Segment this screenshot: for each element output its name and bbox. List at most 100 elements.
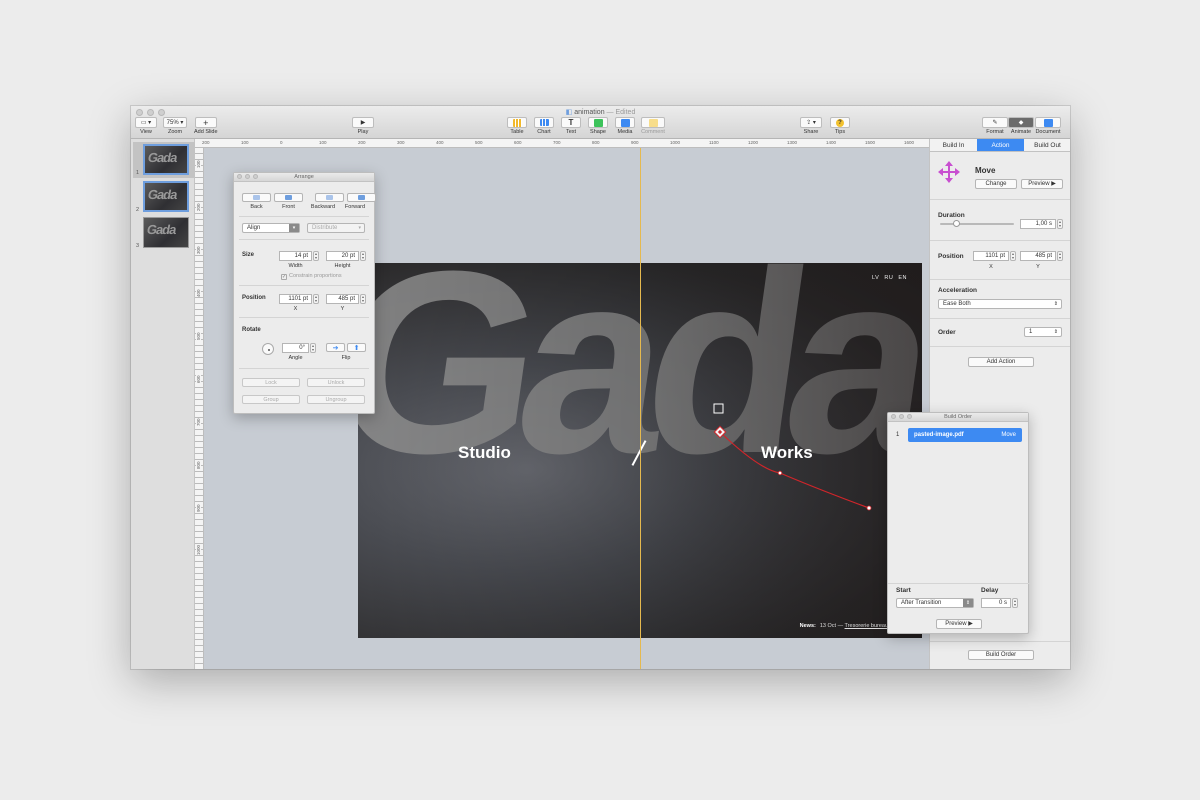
distribute-dropdown[interactable]: Distribute ▾ — [307, 223, 365, 233]
width-field[interactable]: 14 pt — [279, 251, 312, 261]
layer-buttons — [242, 193, 376, 202]
tab-build-out[interactable]: Build Out — [1024, 139, 1070, 151]
preview-button[interactable]: Preview ▶ — [1021, 179, 1063, 189]
vertical-ruler[interactable]: 100 200 300 400 500 600 700 800 900 1000 — [195, 148, 204, 669]
ruler-mark: 1400 — [826, 140, 837, 145]
duration-field[interactable]: 1,00 s — [1020, 219, 1056, 229]
tab-build-in[interactable]: Build In — [930, 139, 977, 151]
duration-slider[interactable] — [940, 220, 1014, 227]
zoom-menu[interactable]: 75% ▾ Zoom — [163, 117, 187, 135]
add-slide-button[interactable]: + Add Slide — [194, 117, 218, 135]
send-back-icon — [253, 195, 260, 200]
flip-horizontal-button[interactable]: ➔ — [326, 343, 345, 352]
slider-knob[interactable] — [953, 220, 960, 227]
play-button[interactable]: ▶ Play — [352, 117, 374, 135]
chevron-down-icon: ▾ — [358, 225, 361, 231]
x-stepper[interactable]: ▴ ▾ — [1010, 251, 1016, 261]
close-button[interactable] — [237, 174, 242, 179]
ruler-mark: 800 — [592, 140, 600, 145]
slide-navigator: 1 Gada 2 Gada 3 Gada — [131, 139, 195, 669]
share-button[interactable]: ⇪ ▾ Share — [800, 117, 822, 135]
ruler-mark: 100 — [319, 140, 327, 145]
constrain-proportions-checkbox[interactable]: ✓ Constrain proportions — [281, 273, 342, 280]
lock-button[interactable]: Lock — [242, 378, 300, 387]
zoom-panel-button[interactable] — [253, 174, 258, 179]
horizontal-ruler[interactable]: 200 100 0 100 200 300 400 500 600 700 800 900 1000 11… — [195, 139, 929, 148]
zoom-panel-button[interactable] — [907, 414, 912, 419]
delay-label: Delay — [981, 587, 999, 594]
slide-thumbnail-1[interactable]: Gada — [143, 144, 189, 175]
order-dropdown[interactable]: 1 ⇕ — [1024, 327, 1062, 337]
tips-button[interactable]: ? Tips — [830, 117, 850, 135]
build-preview-button[interactable]: Preview ▶ — [936, 619, 982, 629]
height-stepper[interactable]: ▴ ▾ — [360, 251, 366, 261]
add-action-button[interactable]: Add Action — [968, 357, 1034, 367]
works-title[interactable]: Works — [761, 443, 813, 463]
minimize-button[interactable] — [245, 174, 250, 179]
chart-button[interactable]: Chart — [534, 117, 554, 135]
build-item[interactable]: pasted-image.pdf Move — [908, 428, 1022, 442]
height-field[interactable]: 20 pt — [326, 251, 359, 261]
x-field[interactable]: 1101 pt — [973, 251, 1009, 261]
change-button[interactable]: Change — [975, 179, 1017, 189]
ruler-mark: 1500 — [865, 140, 876, 145]
start-label: Start — [896, 587, 911, 594]
y-stepper[interactable]: ▴ ▾ — [1057, 251, 1063, 261]
flip-vertical-button[interactable]: ⬆ — [347, 343, 366, 352]
slide-thumbnail-3[interactable]: Gada — [143, 217, 189, 248]
document-icon — [1043, 118, 1053, 127]
unlock-button[interactable]: Unlock — [307, 378, 365, 387]
slide-thumbnail-2[interactable]: Gada — [143, 181, 189, 212]
rotation-wheel[interactable] — [262, 343, 274, 355]
language-switcher[interactable]: LV RU EN — [872, 275, 907, 281]
close-button[interactable] — [891, 414, 896, 419]
shape-button[interactable]: Shape — [588, 117, 608, 135]
delay-field[interactable]: 0 s — [981, 598, 1011, 608]
align-dropdown[interactable]: Align ▾ — [242, 223, 300, 233]
ruler-mark: 1100 — [709, 140, 719, 145]
build-order-header[interactable]: Build Order — [888, 413, 1028, 422]
back-label: Back — [250, 204, 263, 210]
position-label: Position — [938, 253, 964, 260]
view-button[interactable]: ▭ ▾ View — [135, 117, 157, 135]
group-button[interactable]: Group — [242, 395, 300, 404]
comment-button[interactable]: Comment — [641, 117, 665, 135]
x-field[interactable]: 1101 pt — [279, 294, 312, 304]
back-button[interactable] — [242, 193, 271, 202]
tips-icon: ? — [836, 118, 844, 127]
angle-field[interactable]: 0° — [282, 343, 309, 353]
delay-stepper[interactable]: ▴ ▾ — [1012, 598, 1018, 608]
document-button[interactable]: Document — [1035, 117, 1061, 135]
forward-button[interactable] — [347, 193, 376, 202]
tab-action[interactable]: Action — [977, 139, 1024, 151]
paintbrush-icon: ✎ — [982, 117, 1008, 128]
width-stepper[interactable]: ▴ ▾ — [313, 251, 319, 261]
ruler-mark: 200 — [358, 140, 366, 145]
arrange-panel-header[interactable]: Arrange — [234, 173, 374, 182]
ungroup-button[interactable]: Ungroup — [307, 395, 365, 404]
format-button[interactable]: ✎ Format — [982, 117, 1008, 135]
duration-stepper[interactable]: ▴ ▾ — [1057, 219, 1063, 229]
x-stepper[interactable]: ▴ ▾ — [313, 294, 319, 304]
build-order-panel: Build Order 1 pasted-image.pdf Move Start… — [887, 412, 1030, 634]
window-title: ◧ animation — Edited — [565, 109, 636, 116]
y-stepper[interactable]: ▴ ▾ — [360, 294, 366, 304]
minimize-button[interactable] — [899, 414, 904, 419]
angle-stepper[interactable]: ▴ ▾ — [310, 343, 316, 353]
diamond-icon: ◆ — [1008, 117, 1034, 128]
front-button[interactable] — [274, 193, 303, 202]
y-field[interactable]: 485 pt — [1020, 251, 1056, 261]
bring-front-icon — [285, 195, 292, 200]
start-dropdown[interactable]: After Transition ⇕ — [896, 598, 974, 608]
table-button[interactable]: Table — [507, 117, 527, 135]
acceleration-dropdown[interactable]: Ease Both ⇕ — [938, 299, 1062, 309]
backward-button[interactable] — [315, 193, 344, 202]
studio-title[interactable]: Studio — [458, 443, 511, 463]
media-button[interactable]: Media — [615, 117, 635, 135]
bring-forward-icon — [358, 195, 365, 200]
build-order-button[interactable]: Build Order — [968, 650, 1034, 660]
y-field[interactable]: 485 pt — [326, 294, 359, 304]
ruler-mark: 1600 — [904, 140, 915, 145]
animate-button[interactable]: ◆ Animate — [1008, 117, 1034, 135]
text-button[interactable]: T Text — [561, 117, 581, 135]
